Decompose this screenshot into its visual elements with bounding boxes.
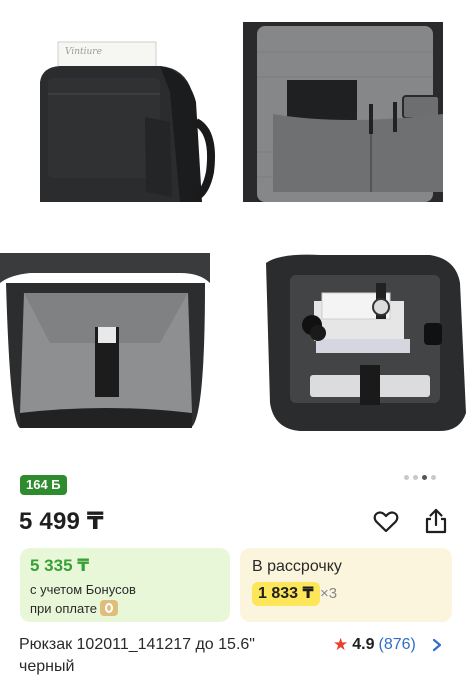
product-title-line2: черный <box>19 658 75 675</box>
product-gallery[interactable]: Vintiure <box>0 0 472 460</box>
product-price: 5 499 ₸ <box>19 508 104 535</box>
rating-value: 4.9 <box>352 636 375 653</box>
product-title-line1: Рюкзак 102011_141217 до 15.6" <box>19 636 255 653</box>
pager-dot[interactable] <box>413 475 418 480</box>
installment-title: В рассрочку <box>252 558 342 575</box>
gallery-pager <box>404 475 436 480</box>
heart-icon <box>373 511 399 533</box>
notebook-label: Vintiure <box>65 47 102 57</box>
pager-dot-active[interactable] <box>422 475 427 480</box>
bonus-price-card[interactable]: 5 335 ₸ с учетом Бонусов при оплате <box>20 548 230 622</box>
favorite-button[interactable] <box>370 506 402 538</box>
backpack-front-pocket-photo[interactable]: Vintiure <box>20 22 230 202</box>
bonus-note-line2: при оплате <box>30 601 97 616</box>
pager-dot[interactable] <box>404 475 409 480</box>
product-rating[interactable]: ★ 4.9 (876) <box>333 635 416 655</box>
installment-amount: 1 833 ₸ <box>252 582 320 606</box>
share-icon <box>425 508 447 534</box>
bonus-price: 5 335 ₸ <box>30 556 90 575</box>
installment-card[interactable]: В рассрочку 1 833 ₸ ×3 <box>240 548 452 622</box>
product-title: Рюкзак 102011_141217 до 15.6" черный <box>19 634 329 678</box>
backpack-inner-pockets-photo[interactable] <box>243 22 453 202</box>
bonus-note-line2-wrap: при оплате <box>30 600 118 616</box>
share-button[interactable] <box>420 505 452 537</box>
pager-dot[interactable] <box>431 475 436 480</box>
backpack-contents-photo[interactable] <box>260 253 472 433</box>
backpack-laptop-compartment-photo[interactable] <box>0 253 210 433</box>
review-count[interactable]: (876) <box>379 636 416 654</box>
bonus-coin-icon <box>99 600 118 616</box>
chevron-right-icon[interactable] <box>429 634 445 656</box>
bonus-badge: 164 Б <box>20 475 67 495</box>
star-icon: ★ <box>333 635 349 654</box>
installment-times: ×3 <box>320 585 338 602</box>
bonus-note-line1: с учетом Бонусов <box>30 582 136 597</box>
